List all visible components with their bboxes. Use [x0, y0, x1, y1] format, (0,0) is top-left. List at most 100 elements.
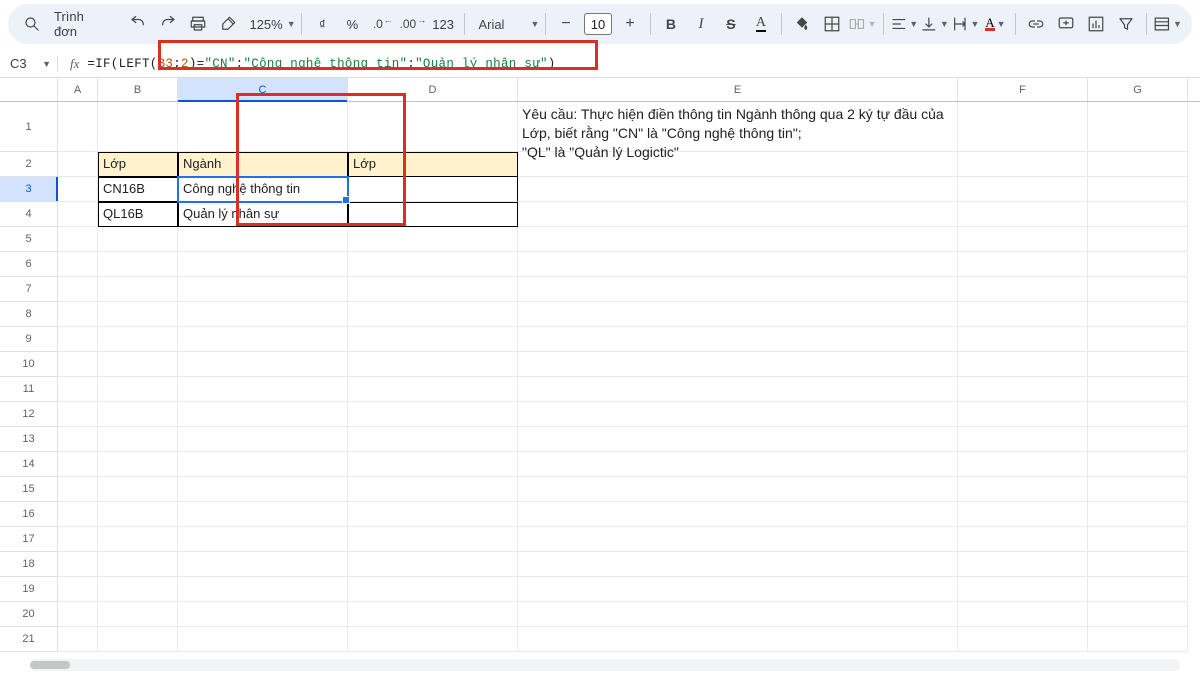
- row-header-19[interactable]: 19: [0, 577, 57, 602]
- cell-A1[interactable]: [58, 102, 98, 152]
- cell-F21[interactable]: [958, 627, 1088, 652]
- cell-B12[interactable]: [98, 402, 178, 427]
- cell-C3[interactable]: Công nghệ thông tin: [178, 177, 348, 202]
- font-size-input[interactable]: 10: [584, 13, 612, 35]
- cell-C16[interactable]: [178, 502, 348, 527]
- cell-D15[interactable]: [348, 477, 518, 502]
- cell-A19[interactable]: [58, 577, 98, 602]
- cell-B4[interactable]: QL16B: [98, 202, 178, 227]
- table-view-button[interactable]: ▼: [1153, 10, 1182, 38]
- cell-E2[interactable]: [518, 152, 958, 177]
- paint-format-icon[interactable]: [214, 10, 242, 38]
- font-family-dropdown[interactable]: Arial▼: [471, 10, 539, 38]
- increase-font-size-button[interactable]: +: [616, 10, 644, 38]
- cell-E7[interactable]: [518, 277, 958, 302]
- cell-G2[interactable]: [1088, 152, 1188, 177]
- cell-E20[interactable]: [518, 602, 958, 627]
- cell-G19[interactable]: [1088, 577, 1188, 602]
- row-header-14[interactable]: 14: [0, 452, 57, 477]
- row-header-10[interactable]: 10: [0, 352, 57, 377]
- cell-D11[interactable]: [348, 377, 518, 402]
- cell-E15[interactable]: [518, 477, 958, 502]
- cell-D14[interactable]: [348, 452, 518, 477]
- col-header-C[interactable]: C: [178, 78, 348, 101]
- row-header-3[interactable]: 3: [0, 177, 57, 202]
- text-color-button[interactable]: A: [747, 10, 775, 38]
- search-icon[interactable]: [18, 10, 46, 38]
- cell-F7[interactable]: [958, 277, 1088, 302]
- cell-A14[interactable]: [58, 452, 98, 477]
- cell-A8[interactable]: [58, 302, 98, 327]
- cell-E17[interactable]: [518, 527, 958, 552]
- row-header-20[interactable]: 20: [0, 602, 57, 627]
- increase-decimal-button[interactable]: .00→: [398, 10, 426, 38]
- cell-G9[interactable]: [1088, 327, 1188, 352]
- cell-C1[interactable]: [178, 102, 348, 152]
- cell-C10[interactable]: [178, 352, 348, 377]
- row-header-17[interactable]: 17: [0, 527, 57, 552]
- cell-D3[interactable]: [348, 177, 518, 202]
- cell-G7[interactable]: [1088, 277, 1188, 302]
- row-header-12[interactable]: 12: [0, 402, 57, 427]
- insert-link-button[interactable]: [1022, 10, 1050, 38]
- cell-F10[interactable]: [958, 352, 1088, 377]
- cell-G21[interactable]: [1088, 627, 1188, 652]
- cell-A5[interactable]: [58, 227, 98, 252]
- cell-G14[interactable]: [1088, 452, 1188, 477]
- cell-E21[interactable]: [518, 627, 958, 652]
- cell-B10[interactable]: [98, 352, 178, 377]
- name-box[interactable]: C3 ▼: [0, 56, 58, 71]
- formula-input[interactable]: =IF(LEFT(B3;2)="CN";"Công nghệ thông tin…: [87, 57, 555, 71]
- cell-C15[interactable]: [178, 477, 348, 502]
- decrease-font-size-button[interactable]: −: [552, 10, 580, 38]
- cell-F16[interactable]: [958, 502, 1088, 527]
- cell-D13[interactable]: [348, 427, 518, 452]
- cell-C2[interactable]: Ngành: [178, 152, 348, 177]
- cell-F15[interactable]: [958, 477, 1088, 502]
- cell-E8[interactable]: [518, 302, 958, 327]
- row-header-2[interactable]: 2: [0, 152, 57, 177]
- cell-F20[interactable]: [958, 602, 1088, 627]
- cell-G12[interactable]: [1088, 402, 1188, 427]
- cell-B6[interactable]: [98, 252, 178, 277]
- cell-D21[interactable]: [348, 627, 518, 652]
- cell-C11[interactable]: [178, 377, 348, 402]
- borders-button[interactable]: [818, 10, 846, 38]
- insert-chart-button[interactable]: [1082, 10, 1110, 38]
- percent-format-button[interactable]: %: [338, 10, 366, 38]
- cell-D8[interactable]: [348, 302, 518, 327]
- cell-C17[interactable]: [178, 527, 348, 552]
- cell-E9[interactable]: [518, 327, 958, 352]
- cell-E14[interactable]: [518, 452, 958, 477]
- row-header-1[interactable]: 1: [0, 102, 57, 152]
- cell-D17[interactable]: [348, 527, 518, 552]
- cell-B21[interactable]: [98, 627, 178, 652]
- cell-D16[interactable]: [348, 502, 518, 527]
- row-header-5[interactable]: 5: [0, 227, 57, 252]
- cell-C5[interactable]: [178, 227, 348, 252]
- row-header-18[interactable]: 18: [0, 552, 57, 577]
- decrease-decimal-button[interactable]: .0←: [368, 10, 396, 38]
- cell-C4[interactable]: Quản lý nhân sự: [178, 202, 348, 227]
- cell-C21[interactable]: [178, 627, 348, 652]
- cell-A16[interactable]: [58, 502, 98, 527]
- merge-cells-button[interactable]: ▼: [848, 10, 877, 38]
- cell-E1[interactable]: Yêu cầu: Thực hiện điền thông tin Ngành …: [518, 102, 958, 152]
- cell-F19[interactable]: [958, 577, 1088, 602]
- cell-A7[interactable]: [58, 277, 98, 302]
- bold-button[interactable]: B: [657, 10, 685, 38]
- cell-D20[interactable]: [348, 602, 518, 627]
- cell-F11[interactable]: [958, 377, 1088, 402]
- filter-button[interactable]: [1112, 10, 1140, 38]
- cell-G16[interactable]: [1088, 502, 1188, 527]
- cell-B2[interactable]: Lớp: [98, 152, 178, 177]
- col-header-F[interactable]: F: [958, 78, 1088, 101]
- cell-G18[interactable]: [1088, 552, 1188, 577]
- row-header-21[interactable]: 21: [0, 627, 57, 652]
- col-header-A[interactable]: A: [58, 78, 98, 101]
- cell-F18[interactable]: [958, 552, 1088, 577]
- currency-format-button[interactable]: ₫: [308, 10, 336, 38]
- cell-D18[interactable]: [348, 552, 518, 577]
- cell-C9[interactable]: [178, 327, 348, 352]
- scrollbar-thumb[interactable]: [30, 661, 70, 669]
